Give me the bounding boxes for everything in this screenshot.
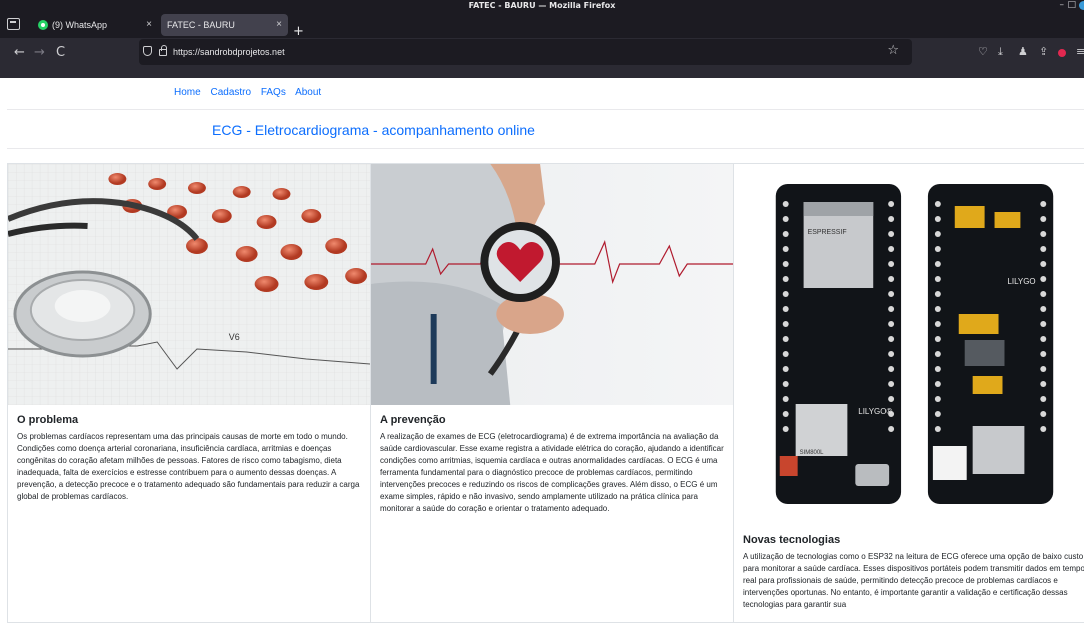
window-titlebar: FATEC - BAURU — Mozilla Firefox – □ [0, 0, 1084, 11]
board-brand-label: LILYGO® [858, 407, 892, 416]
page-headline: ECG - Eletrocardiograma - acompanhamento… [212, 122, 535, 138]
card-title: O problema [17, 414, 79, 426]
site-nav: Home Cadastro FAQs About [174, 87, 328, 98]
sim-module-label: SIM800L [800, 450, 825, 456]
card-new-technologies: ESPRESSIF SIM800L LILYGO® LILYGO Novas t… [733, 163, 1084, 623]
card-problem: V6 O problema Os problemas cardíacos rep… [7, 163, 371, 623]
divider [7, 148, 1084, 149]
nav-cadastro-link[interactable]: Cadastro [210, 87, 251, 98]
reload-button[interactable]: C [56, 45, 65, 61]
download-icon[interactable]: ⤓ [998, 45, 1003, 59]
forward-button[interactable]: → [34, 45, 45, 61]
tab-bar: (9) WhatsApp × FATEC - BAURU × + [0, 11, 1084, 38]
nav-faqs-link[interactable]: FAQs [261, 87, 286, 98]
tab-whatsapp[interactable]: (9) WhatsApp × [33, 14, 158, 36]
new-tab-button[interactable]: + [293, 25, 304, 38]
nav-about-link[interactable]: About [295, 87, 321, 98]
ecg-lead-label: V6 [229, 332, 240, 342]
url-text[interactable]: https://sandrobdprojetos.net [173, 39, 285, 65]
back-button[interactable]: ← [14, 45, 25, 61]
maximize-button[interactable]: □ [1067, 0, 1076, 11]
account-avatar[interactable] [1079, 1, 1084, 10]
doctor-stethoscope-heart-image [371, 164, 733, 405]
esp32-board-image: ESPRESSIF SIM800L LILYGO® LILYGO [734, 164, 1084, 514]
divider [7, 109, 1084, 110]
nav-home-link[interactable]: Home [174, 87, 201, 98]
extensions-icon[interactable]: ♟ [1018, 45, 1028, 59]
whatsapp-icon [38, 20, 48, 30]
card-text: A realização de exames de ECG (eletrocar… [380, 432, 724, 513]
board-brand-label-right: LILYGO [1007, 277, 1035, 286]
lock-icon[interactable] [159, 45, 167, 56]
bookmark-star-icon[interactable]: ☆ [887, 43, 899, 58]
tab-overview-icon[interactable] [7, 18, 20, 30]
tab-label: FATEC - BAURU [167, 20, 235, 30]
extension-badge-icon[interactable] [1058, 49, 1066, 57]
close-tab-button[interactable]: × [276, 14, 282, 36]
minimize-button[interactable]: – [1060, 0, 1065, 11]
stethoscope-ecg-image: V6 [8, 164, 370, 405]
web-page: Home Cadastro FAQs About ECG - Eletrocar… [0, 78, 1084, 623]
card-text: A utilização de tecnologias como o ESP32… [743, 552, 1084, 609]
card-text: Os problemas cardíacos representam uma d… [17, 432, 360, 501]
window-title: FATEC - BAURU — Mozilla Firefox [468, 1, 616, 10]
navigation-toolbar: ← → C https://sandrobdprojetos.net ☆ ♡ ⤓… [0, 38, 1084, 78]
app-menu-icon[interactable]: ≡ [1076, 45, 1084, 59]
pocket-icon[interactable]: ♡ [978, 45, 988, 59]
share-icon[interactable]: ⇪ [1039, 45, 1048, 59]
card-row: V6 O problema Os problemas cardíacos rep… [7, 163, 1084, 623]
card-title: Novas tecnologias [743, 534, 841, 546]
tab-fatec-bauru[interactable]: FATEC - BAURU × [161, 14, 288, 36]
card-prevention: A prevenção A realização de exames de EC… [370, 163, 734, 623]
shield-icon[interactable] [143, 46, 152, 56]
url-bar[interactable]: https://sandrobdprojetos.net ☆ [139, 39, 912, 65]
board-chip-label: ESPRESSIF [808, 229, 847, 236]
card-title: A prevenção [380, 414, 446, 426]
close-tab-button[interactable]: × [146, 14, 152, 36]
tab-label: (9) WhatsApp [52, 20, 108, 30]
